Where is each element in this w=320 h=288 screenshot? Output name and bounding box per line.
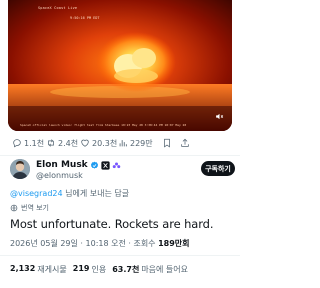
quotes-stat[interactable]: 219 인용 (73, 264, 106, 275)
explosion-video-frame (8, 0, 232, 131)
reposts-stat[interactable]: 2,132 재게시물 (10, 264, 67, 275)
reply-context: @visegrad24 님에게 보내는 답글 (10, 188, 129, 199)
analytics-icon (119, 140, 127, 147)
views-count: 229만 (130, 138, 153, 148)
video-overlay-label: SpaceX Coast Live (38, 6, 78, 10)
share-icon (181, 138, 189, 147)
quotes-stat-label: 인용 (91, 265, 107, 274)
author-display-name: Elon Musk (36, 160, 88, 170)
avatar-image (10, 159, 30, 179)
like-count: 20.3천 (92, 138, 118, 148)
x-affiliate-icon (101, 160, 110, 170)
divider (0, 255, 240, 256)
reposts-stat-label: 재게시물 (37, 265, 67, 274)
likes-stat-label: 마음에 들어요 (141, 265, 189, 274)
repost-icon (48, 139, 54, 147)
tweet-meta: 2026년 05월 29일 · 10:18 오전 · 조회수 189만회 (10, 238, 190, 249)
quotes-stat-count: 219 (72, 264, 90, 273)
bookmark-icon (164, 138, 170, 148)
reposts-stat-count: 2,132 (10, 264, 36, 273)
verified-badge-icon (90, 161, 98, 169)
like-button[interactable]: 20.3천 (80, 138, 118, 149)
divider (0, 155, 240, 156)
translate-label: 번역 보기 (21, 204, 49, 212)
share-button[interactable] (180, 138, 192, 148)
follow-button[interactable]: 구독하기 (201, 161, 235, 176)
repost-count: 2.4천 (58, 138, 79, 148)
tweet-view-count: 189만회 (158, 239, 190, 248)
translate-button[interactable]: 번역 보기 (10, 203, 49, 213)
speaker-muted-icon (215, 113, 223, 119)
repost-button[interactable]: 2.4천 (46, 138, 80, 149)
tweet-timestamp[interactable]: 2026년 05월 29일 · 10:18 오전 · 조회수 (10, 239, 158, 248)
video-caption: SpaceX official launch video: flight tes… (20, 123, 187, 127)
mute-button[interactable] (213, 110, 225, 122)
likes-stat-count: 63.7천 (112, 265, 140, 274)
tweet-action-bar: 1.1천 2.4천 20.3천 229만 (12, 137, 228, 149)
reply-mention-link[interactable]: @visegrad24 (10, 189, 63, 198)
likes-stat[interactable]: 63.7천 마음에 들어요 (112, 264, 188, 275)
bookmark-button[interactable] (162, 138, 180, 148)
reply-button[interactable]: 1.1천 (12, 138, 46, 149)
reply-icon (13, 139, 21, 148)
engagement-stats: 2,132 재게시물 219 인용 63.7천 마음에 들어요 (10, 264, 188, 275)
tweet-text: Most unfortunate. Rockets are hard. (10, 217, 214, 231)
community-icon (112, 162, 120, 168)
reply-count: 1.1천 (24, 138, 45, 148)
heart-icon (81, 139, 89, 147)
avatar[interactable] (10, 159, 30, 179)
video-overlay-time: 9:50:16 PM EDT (70, 16, 100, 20)
tweet-video[interactable]: SpaceX Coast Live 9:50:16 PM EDT SpaceX … (8, 0, 232, 131)
author-handle[interactable]: @elonmusk (36, 171, 83, 180)
reply-suffix: 님에게 보내는 답글 (62, 189, 130, 198)
views-button[interactable]: 229만 (118, 138, 162, 149)
globe-icon (10, 204, 18, 212)
author-name[interactable]: Elon Musk (36, 160, 121, 170)
